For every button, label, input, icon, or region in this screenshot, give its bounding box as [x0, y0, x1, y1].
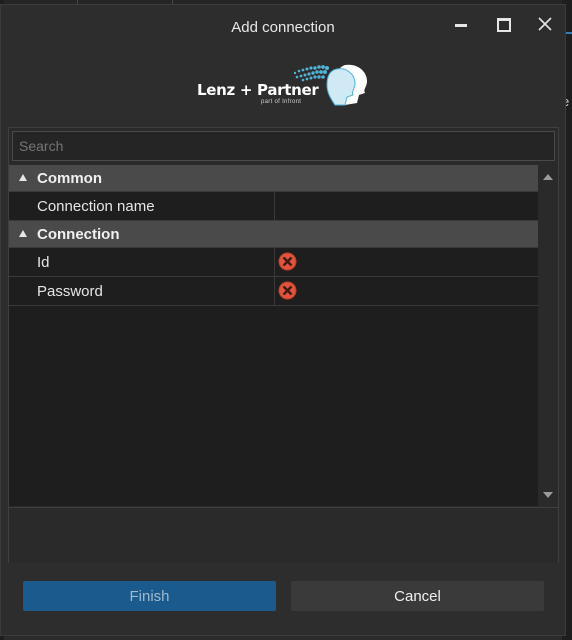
- minimize-button[interactable]: [448, 13, 474, 37]
- category-common[interactable]: Common: [9, 165, 538, 192]
- maximize-button[interactable]: [490, 13, 516, 37]
- add-connection-dialog: Add connection Lenz + Partner part of In…: [0, 4, 566, 636]
- category-label: Common: [37, 170, 102, 187]
- property-name: Id: [37, 254, 50, 271]
- id-field[interactable]: [274, 248, 538, 276]
- collapse-triangle-icon[interactable]: [19, 174, 27, 181]
- collapse-triangle-icon[interactable]: [19, 230, 27, 237]
- finish-button[interactable]: Finish: [23, 581, 276, 611]
- property-row-id[interactable]: Id: [9, 248, 538, 277]
- logo-wordmark: Lenz + Partner: [197, 81, 319, 99]
- password-field[interactable]: [274, 277, 538, 305]
- dialog-title: Add connection: [231, 19, 335, 36]
- minimize-icon: [455, 24, 467, 27]
- logo-tagline: part of Infront: [261, 99, 302, 105]
- property-description-area: [9, 507, 558, 563]
- category-connection[interactable]: Connection: [9, 221, 538, 248]
- property-row-connection-name[interactable]: Connection name: [9, 192, 538, 221]
- property-name: Password: [37, 283, 103, 300]
- category-label: Connection: [37, 226, 120, 243]
- close-icon: [538, 17, 552, 31]
- property-panel: Common Connection name Connection Id: [8, 127, 559, 563]
- connection-name-field[interactable]: [274, 192, 538, 220]
- scroll-up-icon[interactable]: [543, 174, 553, 180]
- maximize-icon: [497, 18, 511, 32]
- property-name: Connection name: [37, 198, 155, 215]
- property-row-password[interactable]: Password: [9, 277, 538, 306]
- dialog-titlebar[interactable]: Add connection: [1, 5, 565, 49]
- error-icon: [278, 281, 297, 300]
- company-logo: Lenz + Partner part of Infront: [195, 59, 373, 111]
- property-grid: Common Connection name Connection Id Pas…: [9, 165, 538, 506]
- error-icon: [278, 252, 297, 271]
- scroll-down-icon[interactable]: [543, 492, 553, 498]
- cancel-button[interactable]: Cancel: [291, 581, 544, 611]
- search-input[interactable]: [12, 131, 555, 161]
- close-button[interactable]: [532, 13, 558, 37]
- vertical-scrollbar[interactable]: [538, 165, 558, 506]
